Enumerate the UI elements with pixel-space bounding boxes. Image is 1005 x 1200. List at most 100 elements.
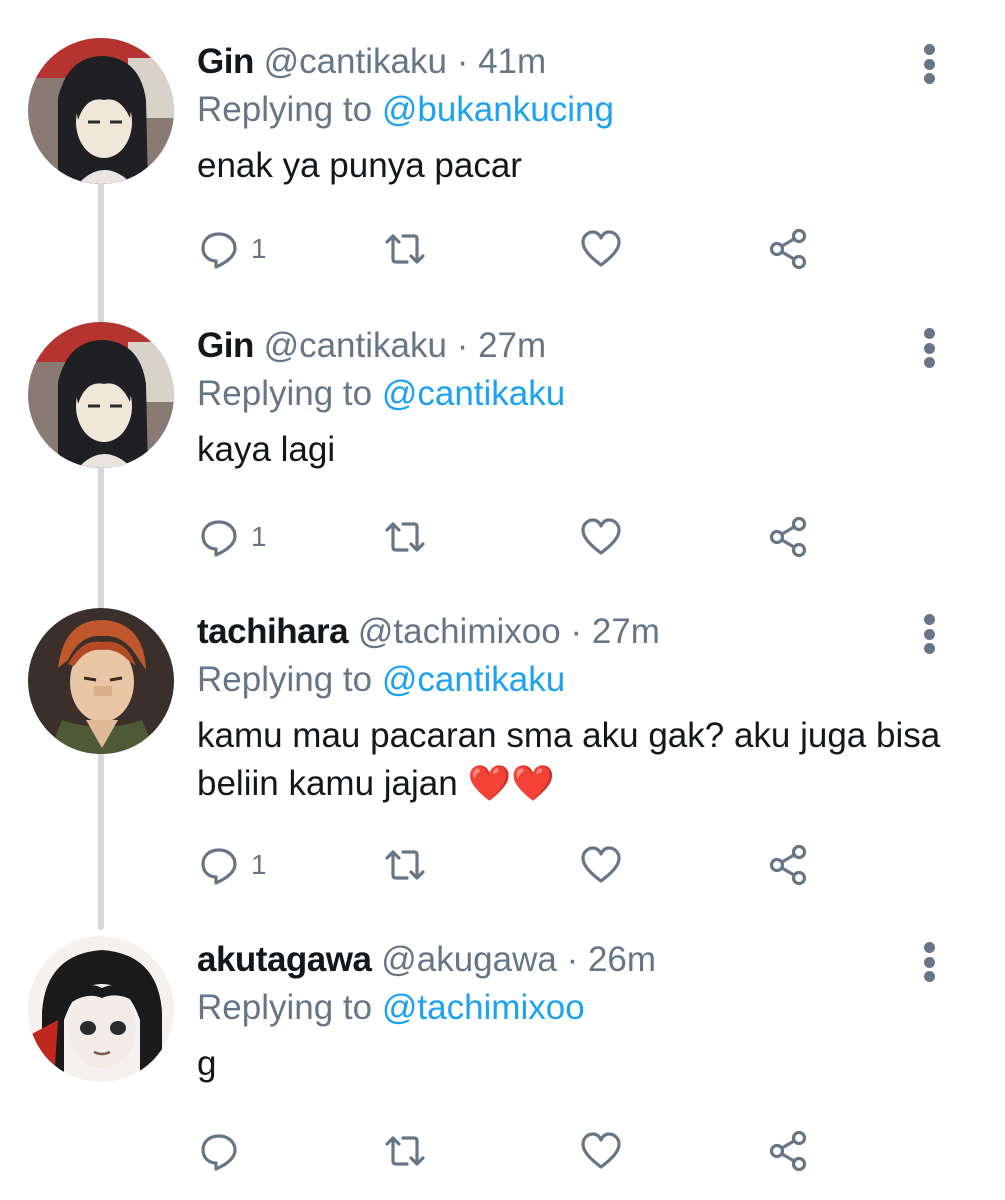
like-button[interactable] [579, 1126, 623, 1176]
tweet-text-content: kaya lagi [197, 430, 336, 469]
reply-icon [201, 520, 237, 557]
avatar[interactable] [28, 936, 174, 1082]
like-button[interactable] [579, 840, 623, 890]
more-vertical-icon [923, 942, 935, 953]
separator-dot: · [570, 612, 583, 651]
reply-icon [201, 1134, 237, 1171]
retweet-button[interactable] [383, 840, 427, 890]
reply-count: 1 [251, 849, 267, 880]
heart-icon [581, 230, 621, 267]
display-name[interactable]: tachihara [197, 612, 349, 651]
retweet-button[interactable] [383, 1126, 427, 1176]
replying-to-mention[interactable]: @tachimixoo [382, 988, 585, 1027]
tweet-actions: 1 [197, 224, 837, 274]
like-button[interactable] [579, 224, 623, 274]
display-name[interactable]: Gin [197, 326, 254, 365]
tweet-actions: 1 [197, 512, 837, 562]
like-button[interactable] [579, 512, 623, 562]
avatar[interactable] [28, 38, 174, 184]
replying-to-mention[interactable]: @cantikaku [382, 660, 565, 699]
tweet-text: kaya lagi [197, 426, 957, 474]
share-button[interactable] [767, 840, 811, 890]
share-button[interactable] [767, 512, 811, 562]
display-name[interactable]: Gin [197, 42, 254, 81]
user-handle[interactable]: @cantikaku [264, 42, 447, 81]
timestamp[interactable]: 41m [478, 42, 546, 81]
user-handle[interactable]: @tachimixoo [358, 612, 561, 651]
replying-to-label: Replying to [197, 660, 373, 699]
more-vertical-icon [923, 73, 935, 84]
separator-dot: · [456, 326, 469, 365]
heart-icon [581, 846, 621, 883]
reply-count: 1 [251, 233, 267, 264]
separator-dot: · [456, 42, 469, 81]
akutagawa-avatar-image [28, 936, 174, 1082]
more-vertical-icon [923, 342, 935, 354]
more-options-button[interactable] [912, 326, 946, 370]
avatar[interactable] [28, 322, 174, 468]
replying-to-line: Replying to @cantikaku [197, 656, 565, 704]
reply-icon [201, 848, 237, 885]
more-vertical-icon [923, 971, 935, 982]
more-vertical-icon [923, 628, 935, 640]
user-handle[interactable]: @cantikaku [264, 326, 447, 365]
tweet[interactable]: tachihara @tachimixoo · 27m Replying to … [0, 608, 1005, 898]
replying-to-mention[interactable]: @bukankucing [382, 90, 614, 129]
retweet-icon [385, 234, 425, 264]
more-vertical-icon [923, 58, 935, 70]
tweet-actions: 1 [197, 840, 837, 890]
replying-to-line: Replying to @tachimixoo [197, 984, 585, 1032]
reply-button[interactable]: 1 [197, 512, 267, 562]
retweet-icon [385, 1136, 425, 1166]
more-options-button[interactable] [912, 940, 946, 984]
tweet-header: akutagawa @akugawa · 26m [197, 936, 656, 984]
reply-button[interactable]: 1 [197, 224, 267, 274]
gin-avatar-image [28, 38, 174, 184]
replying-to-line: Replying to @cantikaku [197, 370, 565, 418]
heart-icon [581, 1132, 621, 1169]
tweet-text: enak ya punya pacar [197, 142, 957, 190]
share-icon [769, 844, 807, 886]
tweet-actions [197, 1126, 837, 1176]
gin-avatar-image [28, 322, 174, 468]
replying-to-line: Replying to @bukankucing [197, 86, 614, 134]
separator-dot: · [566, 940, 579, 979]
tweet-header: Gin @cantikaku · 41m [197, 38, 546, 86]
more-vertical-icon [923, 44, 935, 55]
tweet[interactable]: Gin @cantikaku · 41m Replying to @bukank… [0, 38, 1005, 288]
more-vertical-icon [923, 956, 935, 968]
retweet-button[interactable] [383, 512, 427, 562]
tweet-text-content: kamu mau pacaran sma aku gak? aku juga b… [197, 716, 941, 803]
tweet-header: Gin @cantikaku · 27m [197, 322, 546, 370]
replying-to-label: Replying to [197, 90, 373, 129]
retweet-icon [385, 850, 425, 880]
more-vertical-icon [923, 643, 935, 654]
reply-button[interactable]: 1 [197, 840, 267, 890]
timestamp[interactable]: 27m [478, 326, 546, 365]
timestamp[interactable]: 26m [588, 940, 656, 979]
more-vertical-icon [923, 357, 935, 368]
share-button[interactable] [767, 1126, 811, 1176]
tweet-text: g [197, 1040, 957, 1088]
reply-icon [201, 232, 237, 269]
more-options-button[interactable] [912, 612, 946, 656]
timestamp[interactable]: 27m [592, 612, 660, 651]
replying-to-mention[interactable]: @cantikaku [382, 374, 565, 413]
retweet-button[interactable] [383, 224, 427, 274]
tachihara-avatar-image [28, 608, 174, 754]
tweet-text-content: g [197, 1044, 217, 1083]
tweet[interactable]: Gin @cantikaku · 27m Replying to @cantik… [0, 322, 1005, 572]
more-vertical-icon [923, 328, 935, 339]
heart-icon [581, 518, 621, 555]
share-button[interactable] [767, 224, 811, 274]
reply-button[interactable] [197, 1126, 251, 1176]
tweet[interactable]: akutagawa @akugawa · 26m Replying to @ta… [0, 936, 1005, 1186]
more-vertical-icon [923, 614, 935, 625]
user-handle[interactable]: @akugawa [381, 940, 557, 979]
display-name[interactable]: akutagawa [197, 940, 372, 979]
avatar[interactable] [28, 608, 174, 754]
heart-emoji: ❤️❤️ [467, 764, 555, 803]
tweet-text-content: enak ya punya pacar [197, 146, 522, 185]
tweet-header: tachihara @tachimixoo · 27m [197, 608, 660, 656]
more-options-button[interactable] [912, 42, 946, 86]
